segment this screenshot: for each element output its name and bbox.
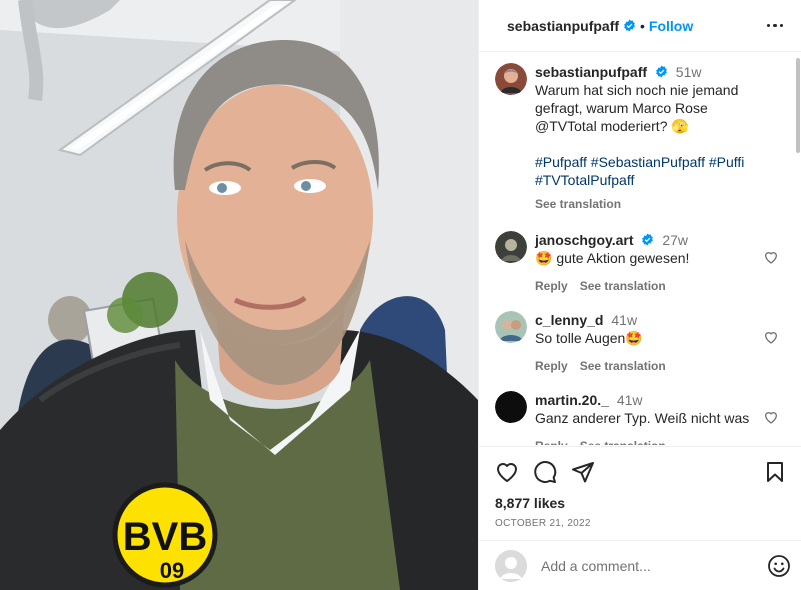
comment-item: janoschgoy.art 27w 🤩 gute Aktion gewesen… bbox=[495, 231, 785, 295]
caption: sebastianpufpaff 51w Warum hat sich noch… bbox=[495, 63, 785, 213]
like-heart-icon[interactable] bbox=[495, 460, 519, 484]
commenter-avatar[interactable] bbox=[495, 231, 527, 263]
comment-username[interactable]: c_lenny_d bbox=[535, 312, 603, 328]
emoji-picker-icon[interactable] bbox=[767, 554, 791, 578]
comment-item: martin.20._ 41w Ganz anderer Typ. Weiß n… bbox=[495, 391, 785, 445]
post-photo[interactable]: BVB 09 bbox=[0, 0, 478, 590]
comment-time: 41w bbox=[611, 312, 638, 328]
verified-badge-icon bbox=[624, 19, 635, 32]
see-translation-button[interactable]: See translation bbox=[580, 277, 666, 295]
caption-text: Warum hat sich noch nie jemand gefragt, … bbox=[535, 82, 739, 134]
commenter-avatar[interactable] bbox=[495, 391, 527, 423]
follow-button[interactable]: Follow bbox=[649, 18, 693, 34]
badge-text-bvb: BVB bbox=[123, 515, 207, 559]
add-comment-input[interactable]: Add a comment... bbox=[541, 558, 767, 574]
share-paper-plane-icon[interactable] bbox=[571, 460, 595, 484]
like-comment-heart-icon[interactable] bbox=[763, 249, 779, 265]
current-user-avatar bbox=[495, 549, 527, 582]
post-side-panel: sebastianpufpaff • Follow sebastianpufpa… bbox=[478, 0, 801, 590]
reply-button[interactable]: Reply bbox=[535, 277, 568, 295]
verified-badge-icon bbox=[642, 233, 654, 246]
comment-bubble-icon[interactable] bbox=[533, 460, 557, 484]
author-username[interactable]: sebastianpufpaff bbox=[507, 18, 619, 34]
comment-item: c_lenny_d 41w So tolle Augen🤩 Reply See … bbox=[495, 311, 785, 375]
see-translation-button[interactable]: See translation bbox=[580, 357, 666, 375]
comments-scrollbar[interactable] bbox=[796, 58, 800, 153]
post-date: OCTOBER 21, 2022 bbox=[495, 518, 591, 529]
post-header: sebastianpufpaff • Follow bbox=[479, 0, 801, 52]
header-separator: • bbox=[640, 17, 645, 34]
comment-text: So tolle Augen🤩 bbox=[535, 330, 643, 346]
reply-button[interactable]: Reply bbox=[535, 357, 568, 375]
more-options-icon[interactable] bbox=[763, 20, 788, 32]
comment-time: 41w bbox=[616, 392, 643, 408]
comments-scroll-area[interactable]: sebastianpufpaff 51w Warum hat sich noch… bbox=[479, 53, 801, 445]
comment-username[interactable]: janoschgoy.art bbox=[535, 232, 634, 248]
caption-time: 51w bbox=[675, 64, 702, 80]
caption-hashtags-line1[interactable]: #Pufpaff #SebastianPufpaff #Puffi bbox=[535, 153, 763, 171]
save-bookmark-icon[interactable] bbox=[763, 460, 787, 484]
caption-hashtags-line2[interactable]: #TVTotalPufpaff bbox=[535, 171, 763, 189]
badge-text-09: 09 bbox=[160, 558, 184, 583]
photo-illustration: BVB 09 bbox=[0, 0, 478, 590]
caption-username[interactable]: sebastianpufpaff bbox=[535, 64, 647, 80]
comment-composer: Add a comment... bbox=[479, 540, 801, 590]
reply-button[interactable]: Reply bbox=[535, 437, 568, 445]
comment-username[interactable]: martin.20._ bbox=[535, 392, 609, 408]
post-actions: 8,877 likes OCTOBER 21, 2022 bbox=[479, 446, 801, 534]
likes-count[interactable]: 8,877 likes bbox=[495, 495, 787, 511]
comment-time: 27w bbox=[662, 232, 689, 248]
see-translation-button[interactable]: See translation bbox=[580, 437, 666, 445]
comment-text: Ganz anderer Typ. Weiß nicht was bbox=[535, 410, 750, 426]
comment-text: 🤩 gute Aktion gewesen! bbox=[535, 250, 690, 266]
commenter-avatar[interactable] bbox=[495, 311, 527, 343]
like-comment-heart-icon[interactable] bbox=[763, 329, 779, 345]
author-avatar[interactable] bbox=[495, 63, 527, 95]
caption-see-translation[interactable]: See translation bbox=[535, 195, 621, 213]
verified-badge-icon bbox=[656, 65, 667, 78]
like-comment-heart-icon[interactable] bbox=[763, 409, 779, 425]
